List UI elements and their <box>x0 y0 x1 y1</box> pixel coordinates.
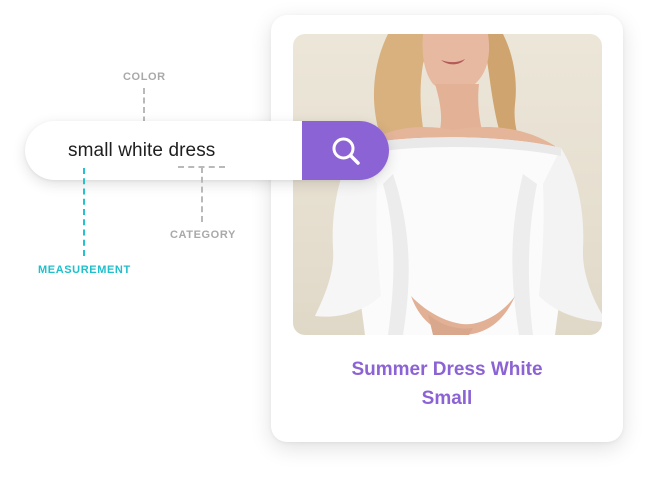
product-title-line-2[interactable]: Small <box>271 384 623 413</box>
measurement-connector-vertical <box>83 168 85 256</box>
product-image[interactable] <box>293 34 602 335</box>
search-icon <box>332 137 360 165</box>
search-input[interactable]: small white dress <box>68 121 215 180</box>
product-title[interactable]: Summer Dress White Small <box>271 355 623 413</box>
category-connector-vertical <box>201 167 203 222</box>
product-title-line-1[interactable]: Summer Dress White <box>271 355 623 384</box>
color-annotation-label: COLOR <box>123 71 166 83</box>
product-photo <box>315 34 602 335</box>
product-card[interactable]: Summer Dress White Small <box>271 15 623 442</box>
search-bar[interactable]: small white dress <box>25 121 389 180</box>
measurement-annotation-label: MEASUREMENT <box>38 264 131 276</box>
category-annotation-label: CATEGORY <box>170 229 236 241</box>
search-button[interactable] <box>302 121 389 180</box>
